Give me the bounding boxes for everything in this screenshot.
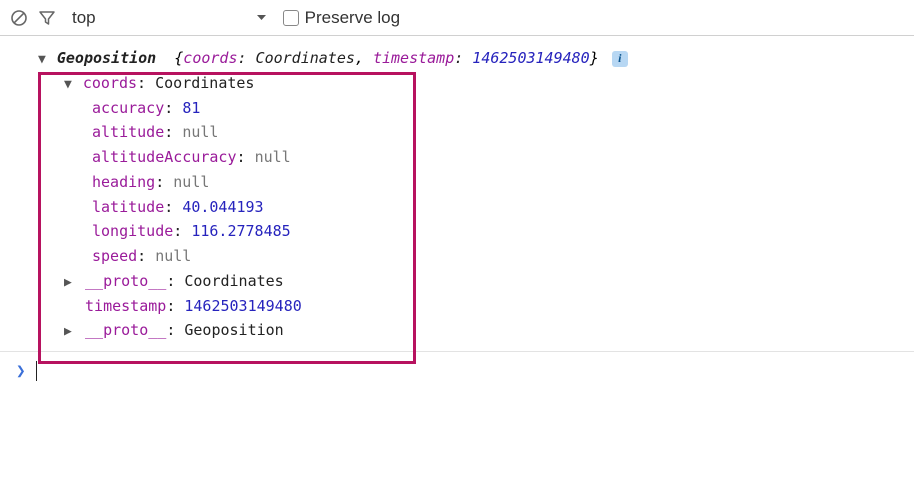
property-row[interactable]: speed: null [22, 244, 914, 269]
preserve-log-toggle[interactable]: Preserve log [283, 8, 400, 28]
summary-ts-value: 1462503149480 [472, 49, 589, 67]
summary-ts-key: timestamp [373, 49, 454, 67]
proto-type: Coordinates [184, 272, 283, 290]
property-row[interactable]: accuracy: 81 [22, 96, 914, 121]
obj-proto-key: __proto__ [85, 321, 166, 339]
class-name: Geoposition [57, 49, 156, 67]
object-summary-row[interactable]: ▼ Geoposition {coords: Coordinates, time… [22, 46, 914, 71]
proto-key: __proto__ [85, 272, 166, 290]
property-value: 40.044193 [182, 198, 263, 216]
property-value: null [173, 173, 209, 191]
console-output: ▼ Geoposition {coords: Coordinates, time… [0, 36, 914, 384]
summary-coords-type: Coordinates [256, 49, 355, 67]
checkbox-icon [283, 10, 299, 26]
context-selector[interactable]: top [66, 8, 273, 28]
text-cursor [36, 361, 38, 381]
property-row[interactable]: heading: null [22, 170, 914, 195]
chevron-down-icon [256, 12, 267, 23]
property-row[interactable]: longitude: 116.2778485 [22, 219, 914, 244]
context-label: top [72, 8, 96, 28]
property-value: null [182, 123, 218, 141]
ts-value: 1462503149480 [184, 297, 301, 315]
coords-key: coords [83, 74, 137, 92]
filter-icon[interactable] [38, 9, 56, 27]
disclosure-right-icon: ▶ [64, 272, 76, 293]
property-key: altitudeAccuracy [92, 148, 237, 166]
object-proto-row[interactable]: ▶ __proto__: Geoposition [22, 318, 914, 343]
disclosure-down-icon: ▼ [38, 49, 46, 70]
obj-proto-type: Geoposition [184, 321, 283, 339]
property-row[interactable]: altitudeAccuracy: null [22, 145, 914, 170]
info-icon[interactable]: i [612, 51, 628, 67]
property-value: null [155, 247, 191, 265]
clear-console-icon[interactable] [10, 9, 28, 27]
property-value: 81 [182, 99, 200, 117]
property-row[interactable]: altitude: null [22, 120, 914, 145]
coords-row[interactable]: ▼ coords: Coordinates [22, 71, 914, 96]
property-key: heading [92, 173, 155, 191]
console-prompt[interactable]: ❯ [0, 351, 914, 384]
coords-type: Coordinates [155, 74, 254, 92]
property-key: speed [92, 247, 137, 265]
property-row[interactable]: latitude: 40.044193 [22, 195, 914, 220]
property-key: longitude [92, 222, 173, 240]
summary-coords-key: coords [183, 49, 237, 67]
coords-proto-row[interactable]: ▶ __proto__: Coordinates [22, 269, 914, 294]
property-key: accuracy [92, 99, 164, 117]
property-key: altitude [92, 123, 164, 141]
disclosure-down-icon: ▼ [64, 74, 72, 95]
console-toolbar: top Preserve log [0, 0, 914, 36]
prompt-chevron-icon: ❯ [16, 358, 26, 384]
property-value: 116.2778485 [191, 222, 290, 240]
timestamp-row[interactable]: timestamp: 1462503149480 [22, 294, 914, 319]
property-value: null [255, 148, 291, 166]
property-key: latitude [92, 198, 164, 216]
ts-key: timestamp [85, 297, 166, 315]
preserve-log-label: Preserve log [305, 8, 400, 28]
disclosure-right-icon: ▶ [64, 321, 76, 342]
